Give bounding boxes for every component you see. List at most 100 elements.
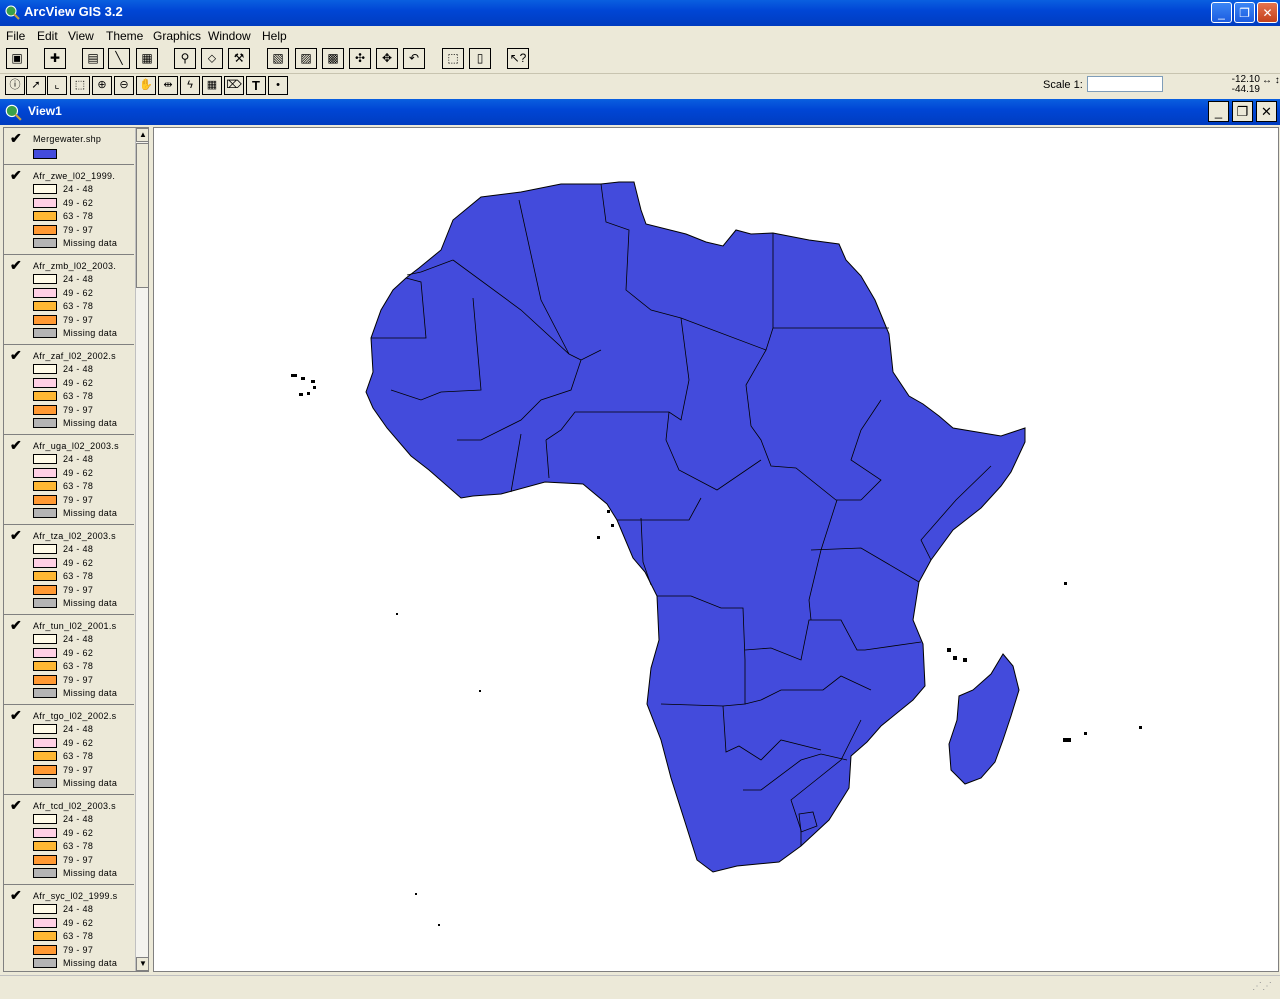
clear-selection-button[interactable]: ▯ xyxy=(469,48,491,69)
legend-class-label: 79 - 97 xyxy=(63,584,94,595)
add-theme-button[interactable]: ✚ xyxy=(44,48,66,69)
legend-class-swatch xyxy=(33,314,57,325)
theme-entry[interactable]: ✔ Afr_tgo_l02_2002.s 24 - 48 49 - 62 63 - 78… xyxy=(4,705,134,795)
theme-visibility-checkbox[interactable]: ✔ xyxy=(10,257,22,274)
minimize-button[interactable]: _ xyxy=(1211,2,1232,23)
theme-entry[interactable]: ✔ Afr_zmb_l02_2003. 24 - 48 49 - 62 63 - 78 7… xyxy=(4,255,134,345)
resize-grip-icon[interactable]: ⋰⋰ xyxy=(1252,981,1272,992)
zoom-selected-button[interactable]: ▩ xyxy=(322,48,344,69)
theme-visibility-checkbox[interactable]: ✔ xyxy=(10,167,22,184)
theme-visibility-checkbox[interactable]: ✔ xyxy=(10,437,22,454)
theme-name: Afr_syc_l02_1999.s xyxy=(33,891,118,901)
theme-entry[interactable]: ✔ Afr_tza_l02_2003.s 24 - 48 49 - 62 63 - 78… xyxy=(4,525,134,615)
theme-entry-mergewater[interactable]: ✔ Mergewater.shp xyxy=(4,128,134,165)
help-icon: ↖? xyxy=(509,51,527,65)
theme-entry[interactable]: ✔ Afr_syc_l02_1999.s 24 - 48 49 - 62 63 - 78… xyxy=(4,885,134,971)
select-by-theme-button[interactable]: ⬚ xyxy=(442,48,464,69)
app-titlebar: ArcView GIS 3.2 _ ❐ ✕ xyxy=(0,0,1280,26)
scroll-thumb[interactable] xyxy=(136,143,148,288)
menu-graphics[interactable]: Graphics xyxy=(153,29,201,43)
madagascar-shape xyxy=(948,653,1020,785)
legend-class-label: 63 - 78 xyxy=(63,661,94,671)
zoom-out-tool[interactable]: ⊖ xyxy=(114,76,134,95)
view-close-button[interactable]: ✕ xyxy=(1256,101,1277,122)
pan-icon: ✋ xyxy=(139,79,153,91)
menu-edit[interactable]: Edit xyxy=(37,29,58,43)
measure-tool[interactable]: ⇹ xyxy=(158,76,178,95)
africa-map[interactable] xyxy=(154,128,1278,971)
theme-visibility-checkbox[interactable]: ✔ xyxy=(10,527,22,544)
pointer-tool[interactable]: ➚ xyxy=(26,76,46,95)
legend-class-label: Missing data xyxy=(63,958,118,968)
select-by-theme-icon: ⬚ xyxy=(447,51,459,65)
legend-class-swatch xyxy=(33,854,57,865)
pointer-icon: ➚ xyxy=(31,79,41,91)
area-of-interest-icon: ▦ xyxy=(206,79,218,91)
theme-entry[interactable]: ✔ Afr_tun_l02_2001.s 24 - 48 49 - 62 63 - 78… xyxy=(4,615,134,705)
legend-class-label: Missing data xyxy=(63,418,118,428)
theme-entry[interactable]: ✔ Afr_tcd_l02_2003.s 24 - 48 49 - 62 63 - 78… xyxy=(4,795,134,885)
legend-class-label: 24 - 48 xyxy=(63,364,94,374)
scale-input[interactable] xyxy=(1087,76,1163,92)
zoom-active-button[interactable]: ▨ xyxy=(295,48,317,69)
theme-properties-icon: ▤ xyxy=(87,51,99,65)
edit-legend-button[interactable]: ╲ xyxy=(108,48,130,69)
map-canvas[interactable] xyxy=(153,127,1279,972)
legend-class-label: 79 - 97 xyxy=(63,404,94,415)
zoom-full-button[interactable]: ▧ xyxy=(267,48,289,69)
help-button[interactable]: ↖? xyxy=(507,48,529,69)
legend-class-swatch xyxy=(33,287,57,298)
hotlink-tool[interactable]: ϟ xyxy=(180,76,200,95)
zoom-in-fixed-button[interactable]: ✣ xyxy=(349,48,371,69)
table-of-contents[interactable]: ✔ Mergewater.shp ✔ Afr_zwe_l02_1999. 24 - … xyxy=(3,127,149,972)
legend-class-label: 24 - 48 xyxy=(63,454,94,464)
identify-tool[interactable]: ⓘ xyxy=(5,76,25,95)
vertex-edit-tool[interactable]: ⌞ xyxy=(47,76,67,95)
legend-class-label: 49 - 62 xyxy=(63,737,94,748)
scroll-down-icon[interactable]: ▼ xyxy=(136,957,148,971)
menu-bar: File Edit View Theme Graphics Window Hel… xyxy=(0,26,1280,45)
text-tool[interactable]: T xyxy=(246,76,266,95)
zoom-previous-button[interactable]: ↶ xyxy=(403,48,425,69)
pan-tool[interactable]: ✋ xyxy=(136,76,156,95)
menu-window[interactable]: Window xyxy=(208,29,251,43)
legend-class-swatch xyxy=(33,364,57,374)
zoom-out-fixed-button[interactable]: ✥ xyxy=(376,48,398,69)
theme-entry[interactable]: ✔ Afr_uga_l02_2003.s 24 - 48 49 - 62 63 - 78… xyxy=(4,435,134,525)
view-restore-button[interactable]: ❐ xyxy=(1232,101,1253,122)
close-button[interactable]: ✕ xyxy=(1257,2,1278,23)
menu-help[interactable]: Help xyxy=(262,29,287,43)
query-builder-button[interactable]: ⚒ xyxy=(228,48,250,69)
find-button[interactable]: ⚲ xyxy=(174,48,196,69)
save-button[interactable]: ▣ xyxy=(6,48,28,69)
theme-entry[interactable]: ✔ Afr_zaf_l02_2002.s 24 - 48 49 - 62 63 - 78… xyxy=(4,345,134,435)
zoom-in-tool[interactable]: ⊕ xyxy=(92,76,112,95)
area-of-interest-tool[interactable]: ▦ xyxy=(202,76,222,95)
open-table-button[interactable]: ▦ xyxy=(136,48,158,69)
theme-name: Afr_tcd_l02_2003.s xyxy=(33,801,116,811)
menu-view[interactable]: View xyxy=(68,29,94,43)
legend-class-swatch xyxy=(33,481,57,491)
legend-class-label: 49 - 62 xyxy=(63,557,94,568)
legend-class-swatch xyxy=(33,584,57,595)
label-tool[interactable]: ⌦ xyxy=(224,76,244,95)
select-feature-tool[interactable]: ⬚ xyxy=(70,76,90,95)
draw-point-tool[interactable]: • xyxy=(268,76,288,95)
scroll-up-icon[interactable]: ▲ xyxy=(136,128,148,142)
africa-continent-shape xyxy=(365,181,1026,873)
view-minimize-button[interactable]: _ xyxy=(1208,101,1229,122)
theme-visibility-checkbox[interactable]: ✔ xyxy=(10,797,22,814)
theme-visibility-checkbox[interactable]: ✔ xyxy=(10,887,22,904)
theme-visibility-checkbox[interactable]: ✔ xyxy=(10,707,22,724)
theme-entry[interactable]: ✔ Afr_zwe_l02_1999. 24 - 48 49 - 62 63 - 78 7… xyxy=(4,165,134,255)
theme-visibility-checkbox[interactable]: ✔ xyxy=(10,617,22,634)
theme-visibility-checkbox[interactable]: ✔ xyxy=(10,347,22,364)
restore-button[interactable]: ❐ xyxy=(1234,2,1255,23)
theme-properties-button[interactable]: ▤ xyxy=(82,48,104,69)
locate-address-button[interactable]: ⬦ xyxy=(201,48,223,69)
menu-file[interactable]: File xyxy=(6,29,25,43)
toc-scrollbar[interactable]: ▲ ▼ xyxy=(135,128,148,971)
legend-class-swatch xyxy=(33,238,57,248)
theme-visibility-checkbox[interactable]: ✔ xyxy=(10,130,22,147)
menu-theme[interactable]: Theme xyxy=(106,29,143,43)
